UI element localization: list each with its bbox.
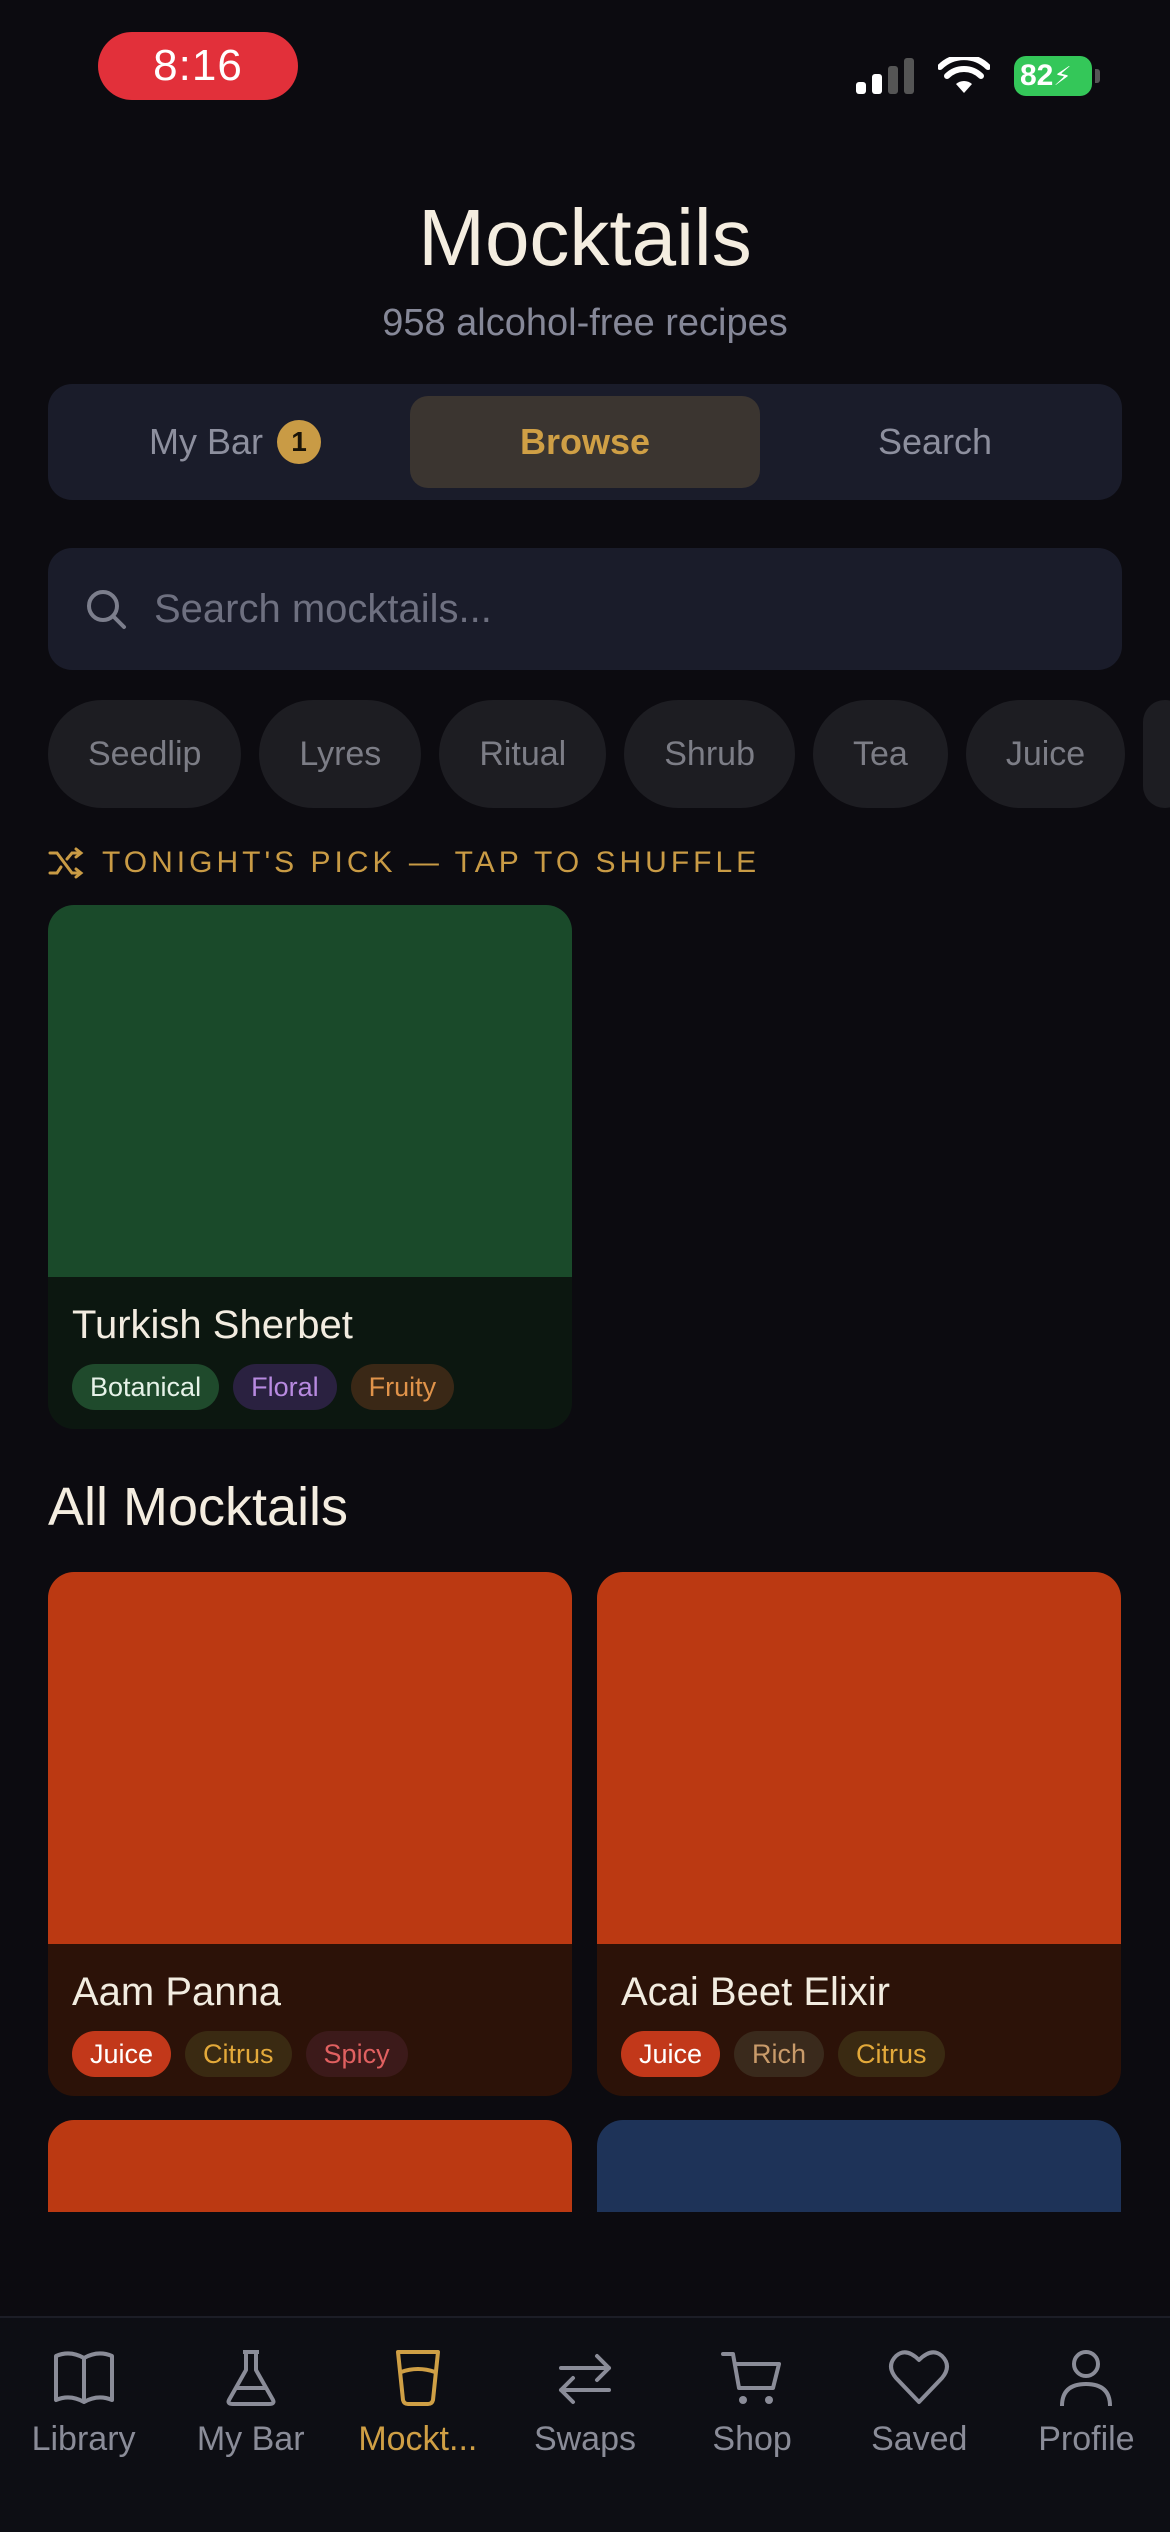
bottom-tab-bar: Library My Bar Mockt... Swaps Shop Saved… (0, 2316, 1170, 2532)
status-time: 8:16 (98, 32, 298, 100)
tab-library-label: Library (31, 2420, 136, 2458)
charging-bolt-icon: ⚡ (1053, 60, 1072, 91)
tab-mocktails-label: Mockt... (358, 2420, 478, 2458)
status-icons: 82 ⚡ (856, 56, 1100, 96)
tab-shop[interactable]: Shop (672, 2348, 832, 2532)
tag-citrus: Citrus (838, 2031, 945, 2077)
mocktail-card-partial[interactable] (597, 2120, 1121, 2212)
section-title-all: All Mocktails (48, 1477, 349, 1537)
tab-library[interactable]: Library (4, 2348, 164, 2532)
card-title: Turkish Sherbet (72, 1303, 353, 1347)
tonights-pick-text: TONIGHT'S PICK — TAP TO SHUFFLE (102, 846, 761, 879)
tonights-pick-card[interactable]: Turkish Sherbet Botanical Floral Fruity (48, 905, 572, 1429)
segment-browse[interactable]: Browse (410, 396, 760, 488)
tab-swaps[interactable]: Swaps (505, 2348, 665, 2532)
tag-botanical: Botanical (72, 1364, 220, 1410)
my-bar-count-badge: 1 (277, 420, 321, 464)
card-tags: Juice Rich Citrus (621, 2031, 1097, 2077)
card-thumbnail (48, 2120, 572, 2212)
glass-icon (395, 2350, 440, 2406)
card-thumbnail (48, 1572, 572, 1944)
segment-search-label: Search (877, 421, 993, 462)
mocktail-card[interactable]: Aam Panna Juice Citrus Spicy (48, 1572, 572, 2096)
chip-seedlip[interactable]: Seedlip (48, 700, 242, 808)
card-thumbnail (597, 2120, 1121, 2212)
flask-icon (226, 2350, 276, 2406)
heart-icon (889, 2350, 950, 2404)
swap-icon (558, 2354, 611, 2404)
mocktail-card-partial[interactable] (48, 2120, 572, 2212)
tab-my-bar-label: My Bar (196, 2420, 305, 2458)
search-bar (48, 548, 1122, 670)
wifi-icon (938, 57, 990, 93)
shuffle-icon (48, 847, 84, 879)
filter-chips: Seedlip Lyres Ritual Shrub Tea Juice (48, 700, 1170, 808)
view-segmented-control: My Bar 1 Browse Search (48, 384, 1122, 500)
tag-fruity: Fruity (350, 1364, 455, 1410)
page-subtitle: 958 alcohol-free recipes (382, 302, 788, 344)
tab-shop-label: Shop (712, 2420, 792, 2458)
tonights-pick-label[interactable]: TONIGHT'S PICK — TAP TO SHUFFLE (48, 846, 760, 880)
person-icon (1060, 2350, 1113, 2407)
chip-partial[interactable] (1143, 700, 1170, 808)
chip-shrub[interactable]: Shrub (624, 700, 795, 808)
card-title: Aam Panna (72, 1970, 282, 2014)
mocktail-card[interactable]: Acai Beet Elixir Juice Rich Citrus (597, 1572, 1121, 2096)
tab-saved[interactable]: Saved (839, 2348, 999, 2532)
chip-lyres[interactable]: Lyres (259, 700, 422, 808)
card-thumbnail (48, 905, 572, 1277)
cellular-signal-icon (856, 58, 914, 94)
tab-profile-label: Profile (1038, 2420, 1135, 2458)
chip-tea[interactable]: Tea (812, 700, 948, 808)
tag-spicy: Spicy (305, 2031, 408, 2077)
tag-floral: Floral (233, 1364, 337, 1410)
segment-browse-label: Browse (519, 421, 651, 462)
battery-level: 82 (1020, 59, 1054, 92)
tab-saved-label: Saved (871, 2420, 968, 2458)
segment-search[interactable]: Search (760, 396, 1110, 488)
segment-my-bar-label: My Bar (148, 421, 263, 462)
segment-my-bar[interactable]: My Bar 1 (60, 396, 410, 488)
tag-juice: Juice (621, 2031, 721, 2077)
search-input[interactable] (154, 586, 1122, 632)
tab-swaps-label: Swaps (533, 2420, 637, 2458)
tag-juice: Juice (72, 2031, 172, 2077)
screen: 8:16 82 ⚡ Mocktails 958 alcohol-free rec… (0, 0, 1170, 2532)
tab-my-bar[interactable]: My Bar (171, 2348, 331, 2532)
tab-mocktails[interactable]: Mockt... (338, 2348, 498, 2532)
tag-rich: Rich (734, 2031, 825, 2077)
chip-juice[interactable]: Juice (965, 700, 1126, 808)
card-tags: Botanical Floral Fruity (72, 1364, 548, 1410)
battery-indicator: 82 ⚡ (1014, 56, 1100, 96)
book-icon (53, 2351, 114, 2404)
tab-profile[interactable]: Profile (1006, 2348, 1166, 2532)
search-icon (87, 590, 126, 629)
card-thumbnail (597, 1572, 1121, 1944)
tag-citrus: Citrus (185, 2031, 292, 2077)
cart-icon (721, 2352, 782, 2404)
chip-ritual[interactable]: Ritual (439, 700, 607, 808)
card-title: Acai Beet Elixir (621, 1970, 890, 2014)
card-tags: Juice Citrus Spicy (72, 2031, 548, 2077)
page-title: Mocktails (418, 193, 752, 282)
